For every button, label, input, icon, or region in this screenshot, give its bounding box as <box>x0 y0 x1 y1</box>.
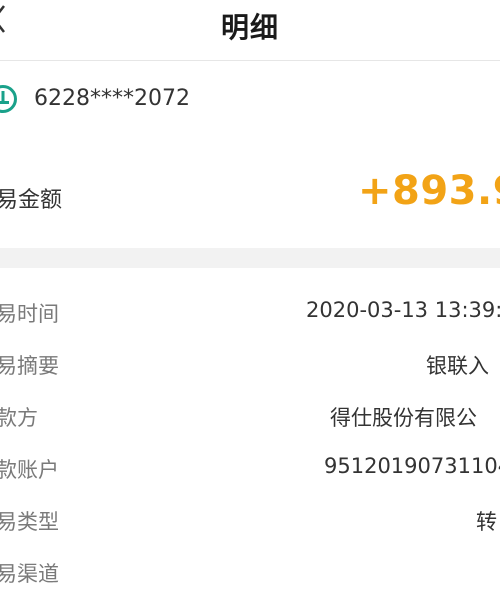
detail-label: 款账户 <box>0 458 59 482</box>
transaction-details: 易时间 2020-03-13 13:39:0 易摘要 银联入 款方 得仕股份有限… <box>0 288 500 600</box>
detail-label: 易类型 <box>0 510 59 534</box>
amount-label: 易金额 <box>0 188 63 213</box>
detail-row-channel: 易渠道 <box>0 548 500 600</box>
detail-value: 转 <box>476 510 497 534</box>
detail-value: 银联入 <box>426 354 489 378</box>
amount-value: +893.9 <box>358 168 500 214</box>
detail-value: 951201907311040 <box>324 454 500 478</box>
detail-label: 易渠道 <box>0 562 59 586</box>
detail-row-time: 易时间 2020-03-13 13:39:0 <box>0 288 500 340</box>
detail-row-type: 易类型 转 <box>0 496 500 548</box>
detail-row-summary: 易摘要 银联入 <box>0 340 500 392</box>
detail-value: 得仕股份有限公 <box>330 406 477 430</box>
card-number: 6228****2072 <box>34 86 190 111</box>
detail-row-payer: 款方 得仕股份有限公 <box>0 392 500 444</box>
bank-logo-icon <box>0 85 17 113</box>
detail-row-payer-account: 款账户 951201907311040 <box>0 444 500 496</box>
detail-label: 易摘要 <box>0 354 59 378</box>
card-info-row: 6228****2072 <box>0 78 500 122</box>
header-bar: 明细 <box>0 0 500 60</box>
header-divider <box>0 60 500 61</box>
page-title: 明细 <box>220 11 279 44</box>
amount-row: 易金额 +893.9 <box>0 160 500 230</box>
section-separator <box>0 248 500 268</box>
detail-label: 款方 <box>0 406 38 430</box>
detail-value: 2020-03-13 13:39:0 <box>306 298 500 322</box>
detail-label: 易时间 <box>0 302 59 326</box>
